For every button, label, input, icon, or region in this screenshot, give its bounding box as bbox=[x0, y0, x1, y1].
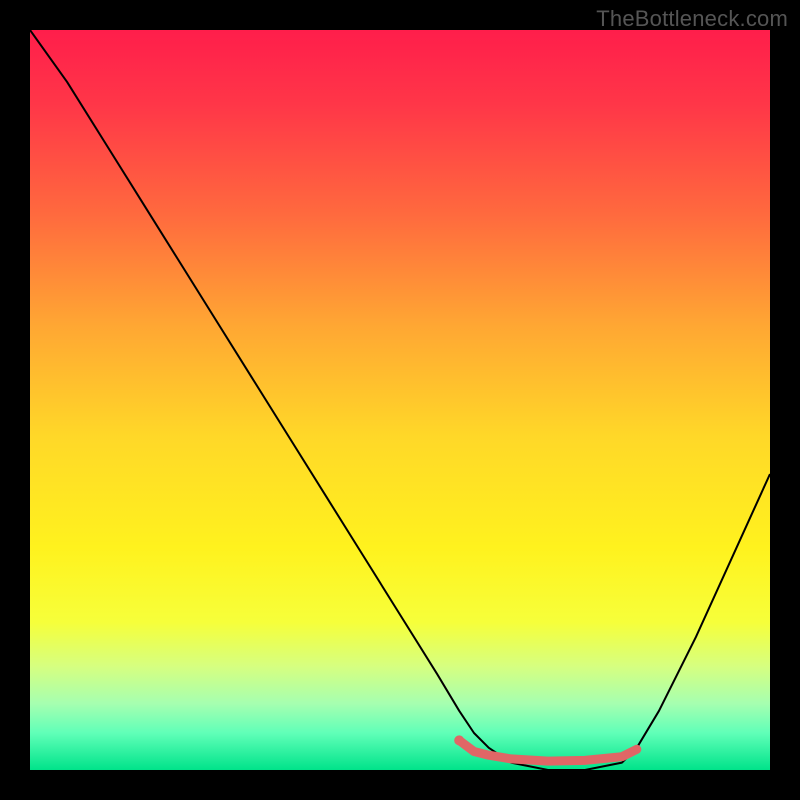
plot-area bbox=[30, 30, 770, 770]
curve-layer bbox=[30, 30, 770, 770]
series-group bbox=[30, 30, 770, 770]
markers-group bbox=[454, 735, 464, 745]
chart-frame: TheBottleneck.com bbox=[0, 0, 800, 800]
marker-dot bbox=[454, 735, 464, 745]
series-bottleneck-curve bbox=[30, 30, 770, 770]
watermark-text: TheBottleneck.com bbox=[596, 6, 788, 32]
